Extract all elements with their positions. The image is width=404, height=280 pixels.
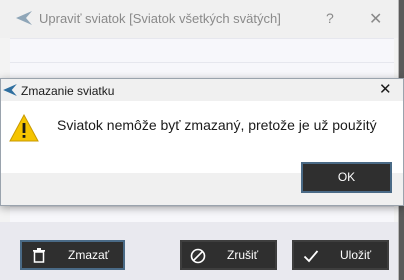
cancel-button[interactable]: Zrušiť bbox=[180, 240, 277, 270]
dialog-close-button[interactable]: ✕ bbox=[379, 80, 392, 98]
edit-holiday-title: Upraviť sviatok [Sviatok všetkých svätýc… bbox=[39, 11, 281, 26]
trash-icon bbox=[33, 248, 45, 263]
close-window-button[interactable]: ✕ bbox=[369, 9, 382, 29]
checkmark-icon bbox=[303, 250, 319, 263]
cancel-icon bbox=[190, 248, 206, 264]
dialog-message: Sviatok nemôže byť zmazaný, pretože je u… bbox=[57, 117, 377, 133]
dialog-title: Zmazanie sviatku bbox=[21, 84, 115, 98]
cancel-button-label: Zrušiť bbox=[227, 248, 259, 262]
ok-button[interactable]: OK bbox=[301, 162, 392, 193]
delete-holiday-dialog: Zmazanie sviatku ✕ Sviatok nemôže byť zm… bbox=[0, 78, 404, 206]
warning-icon bbox=[9, 114, 39, 142]
edit-holiday-titlebar: Upraviť sviatok [Sviatok všetkých svätýc… bbox=[0, 0, 398, 38]
app-logo-icon bbox=[3, 84, 17, 96]
app-logo-icon bbox=[16, 11, 32, 25]
dialog-titlebar: Zmazanie sviatku ✕ bbox=[1, 79, 403, 101]
delete-button-label: Zmazať bbox=[68, 248, 110, 262]
delete-button[interactable]: Zmazať bbox=[20, 240, 125, 270]
save-button-label: Uložiť bbox=[340, 248, 372, 262]
help-button[interactable]: ? bbox=[326, 10, 334, 26]
save-button[interactable]: Uložiť bbox=[292, 240, 389, 270]
